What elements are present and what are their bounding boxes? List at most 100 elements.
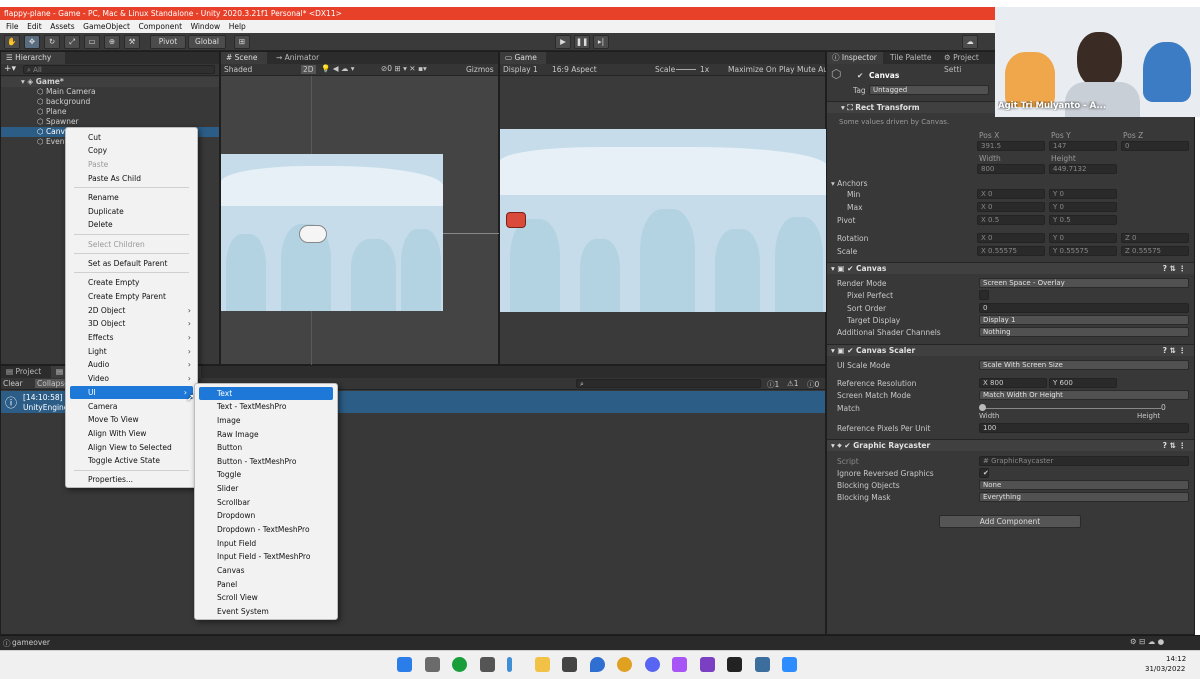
posz-field[interactable]: 0: [1121, 141, 1189, 151]
submenu-item-text[interactable]: Text: [199, 387, 333, 400]
menu-item-set-default-parent[interactable]: Set as Default Parent: [66, 257, 197, 270]
submenu-item-button[interactable]: Button: [195, 441, 337, 454]
console-search-input[interactable]: ⌕: [576, 379, 761, 388]
step-icon[interactable]: ▸|: [593, 35, 609, 49]
submenu-item-scrollbar[interactable]: Scrollbar: [195, 496, 337, 509]
tab-hierarchy[interactable]: ☰ Hierarchy: [1, 52, 65, 64]
menu-component[interactable]: Component: [138, 20, 182, 33]
hidden-count[interactable]: ⊘0 ⊞ ▾ ✕ ▪▾: [381, 64, 427, 73]
app-icon[interactable]: [755, 657, 770, 672]
max-x-field[interactable]: X 0: [977, 202, 1045, 212]
match-slider-thumb[interactable]: [979, 404, 986, 411]
menu-gameobject[interactable]: GameObject: [83, 20, 130, 33]
visual-studio-icon[interactable]: [700, 657, 715, 672]
submenu-item-image[interactable]: Image: [195, 414, 337, 427]
menu-item-paste[interactable]: Paste: [66, 158, 197, 171]
scene-root-row[interactable]: ▾ ◈ Game*: [1, 77, 219, 87]
menu-item-align-view-to-selected[interactable]: Align View to Selected: [66, 441, 197, 454]
global-toggle[interactable]: Global: [188, 35, 226, 49]
error-count[interactable]: ⓘ0: [807, 379, 819, 390]
menu-item-properties[interactable]: Properties...: [66, 473, 197, 486]
menu-item-duplicate[interactable]: Duplicate: [66, 205, 197, 218]
ref-res-y-field[interactable]: Y 600: [1049, 378, 1117, 388]
pause-icon[interactable]: ❚❚: [574, 35, 590, 49]
blocking-mask-dropdown[interactable]: Everything: [979, 492, 1189, 502]
submenu-item-button-tmp[interactable]: Button - TextMeshPro: [195, 455, 337, 468]
discord-icon[interactable]: [645, 657, 660, 672]
ref-ppu-field[interactable]: 100: [979, 423, 1189, 433]
hierarchy-item[interactable]: ⬡ Main Camera: [1, 87, 219, 97]
scale-tool-icon[interactable]: ⤢: [64, 35, 80, 49]
menu-item-effects[interactable]: Effects ›: [66, 331, 197, 344]
menu-item-3d-object[interactable]: 3D Object ›: [66, 317, 197, 330]
screen-match-dropdown[interactable]: Match Width Or Height: [979, 390, 1189, 400]
menu-item-ui[interactable]: UI ›: [70, 386, 193, 399]
plane-sprite-outline[interactable]: [299, 225, 327, 243]
menu-item-rename[interactable]: Rename: [66, 191, 197, 204]
windows-start-icon[interactable]: [397, 657, 412, 672]
submenu-item-scroll-view[interactable]: Scroll View: [195, 591, 337, 604]
submenu-item-slider[interactable]: Slider: [195, 482, 337, 495]
add-icon[interactable]: +▾: [4, 64, 16, 75]
task-view-icon[interactable]: [425, 657, 440, 672]
unity-icon[interactable]: [727, 657, 742, 672]
tab-scene[interactable]: # Scene: [221, 52, 267, 64]
mute-audio-toggle[interactable]: Mute Au: [797, 65, 828, 74]
ignore-reversed-checkbox[interactable]: ✔: [979, 468, 989, 478]
info-count[interactable]: ⓘ1: [767, 379, 779, 390]
taskbar-time[interactable]: 14:12: [1166, 655, 1186, 663]
min-x-field[interactable]: X 0: [977, 189, 1045, 199]
menu-assets[interactable]: Assets: [50, 20, 74, 33]
rot-x-field[interactable]: X 0: [977, 233, 1045, 243]
menu-item-move-to-view[interactable]: Move To View: [66, 413, 197, 426]
rect-tool-icon[interactable]: ▭: [84, 35, 100, 49]
submenu-item-dropdown-tmp[interactable]: Dropdown - TextMeshPro: [195, 523, 337, 536]
clear-button[interactable]: Clear: [3, 379, 23, 388]
width-field[interactable]: 800: [977, 164, 1045, 174]
sort-order-field[interactable]: 0: [979, 303, 1189, 313]
submenu-item-event-system[interactable]: Event System: [195, 605, 337, 618]
tab-tile-palette[interactable]: Tile Palette: [885, 52, 937, 64]
2d-toggle[interactable]: 2D: [301, 65, 316, 74]
hierarchy-item[interactable]: ⬡ background: [1, 97, 219, 107]
object-name-field[interactable]: Canvas: [869, 71, 899, 80]
unity-hub-icon[interactable]: [562, 657, 577, 672]
zoom-icon[interactable]: [782, 657, 797, 672]
scale-y-field[interactable]: Y 0.55575: [1049, 246, 1117, 256]
submenu-item-input-field-tmp[interactable]: Input Field - TextMeshPro: [195, 550, 337, 563]
blocking-objects-dropdown[interactable]: None: [979, 480, 1189, 490]
match-slider-track[interactable]: [981, 408, 1161, 409]
posx-field[interactable]: 391.5: [977, 141, 1045, 151]
menu-item-light[interactable]: Light ›: [66, 345, 197, 358]
hierarchy-search-input[interactable]: ⌕ All: [23, 65, 215, 74]
posy-field[interactable]: 147: [1049, 141, 1117, 151]
min-y-field[interactable]: Y 0: [1049, 189, 1117, 199]
rotate-tool-icon[interactable]: ↻: [44, 35, 60, 49]
menu-window[interactable]: Window: [191, 20, 221, 33]
canvas-scaler-header[interactable]: ▾ ▣ ✔ Canvas Scaler? ⇅ ⋮: [827, 344, 1194, 356]
move-tool-icon[interactable]: ✥: [24, 35, 40, 49]
shader-channels-dropdown[interactable]: Nothing: [979, 327, 1189, 337]
menu-file[interactable]: File: [6, 20, 19, 33]
target-display-dropdown[interactable]: Display 1: [979, 315, 1189, 325]
submenu-item-input-field[interactable]: Input Field: [195, 537, 337, 550]
obs-icon[interactable]: [672, 657, 687, 672]
display-dropdown[interactable]: Display 1: [503, 65, 538, 74]
gizmos-dropdown[interactable]: Gizmos: [466, 65, 494, 74]
menu-item-video[interactable]: Video ›: [66, 372, 197, 385]
status-message[interactable]: gameover: [12, 638, 50, 647]
transform-tool-icon[interactable]: ⊕: [104, 35, 120, 49]
menu-item-cut[interactable]: Cut: [66, 131, 197, 144]
xbox-icon[interactable]: [452, 657, 467, 672]
menu-help[interactable]: Help: [229, 20, 246, 33]
menu-item-camera[interactable]: Camera: [66, 400, 197, 413]
pen-icon[interactable]: [507, 657, 512, 672]
menu-edit[interactable]: Edit: [27, 20, 42, 33]
menu-item-select-children[interactable]: Select Children: [66, 238, 197, 251]
add-component-button[interactable]: Add Component: [939, 515, 1081, 528]
tab-project-settings[interactable]: ⚙ Project Setti: [939, 52, 999, 74]
active-checkbox[interactable]: ✔: [857, 71, 863, 80]
ref-res-x-field[interactable]: X 800: [979, 378, 1047, 388]
height-field[interactable]: 449.7132: [1049, 164, 1117, 174]
shading-dropdown[interactable]: Shaded: [224, 65, 252, 74]
